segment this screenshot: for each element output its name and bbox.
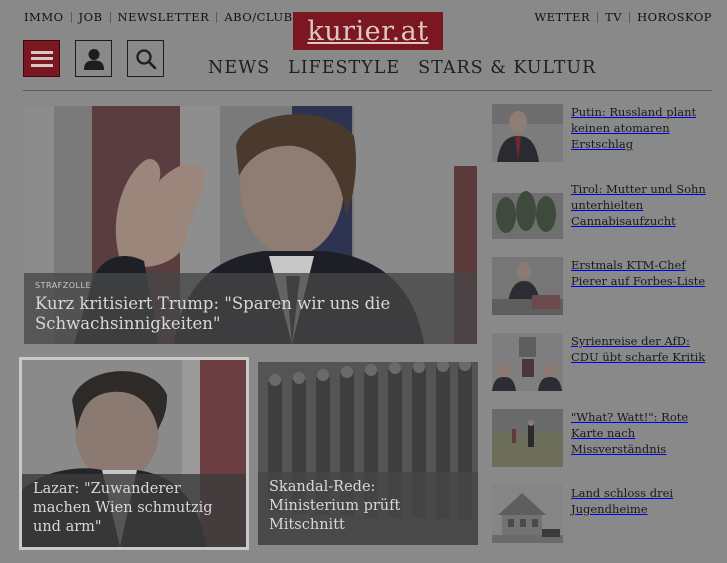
user-icon bbox=[83, 48, 104, 70]
nav-lifestyle[interactable]: LIFESTYLE bbox=[288, 58, 400, 78]
article-caption: Lazar: "Zuwanderer machen Wien schmutzig… bbox=[22, 474, 246, 547]
list-item-title: Land schloss drei Jugendheime bbox=[571, 486, 674, 516]
search-button[interactable] bbox=[127, 40, 164, 77]
list-item-title: Erstmals KTM-Chef Pierer auf Forbes-List… bbox=[571, 258, 706, 288]
hamburger-menu-icon bbox=[30, 50, 53, 67]
list-item[interactable]: "What? Watt!": Rote Karte nach Missverst… bbox=[492, 409, 717, 469]
top-link-tv[interactable]: TV bbox=[605, 10, 622, 24]
nav-news[interactable]: NEWS bbox=[208, 58, 270, 78]
article-tile-skandal-rede[interactable]: Skandal-Rede: Ministerium prüft Mitschni… bbox=[258, 362, 478, 545]
thumbnail-jugendheim bbox=[492, 485, 563, 543]
hero-kicker: STRAFZOLLE bbox=[35, 281, 92, 290]
top-link-horoskop[interactable]: HOROSKOP bbox=[637, 10, 712, 24]
divider bbox=[629, 11, 631, 23]
top-link-newsletter[interactable]: NEWSLETTER bbox=[118, 10, 210, 24]
site-logo[interactable]: kurier.at bbox=[293, 12, 443, 50]
article-title: Skandal-Rede: Ministerium prüft Mitschni… bbox=[269, 479, 401, 533]
article-caption: Skandal-Rede: Ministerium prüft Mitschni… bbox=[258, 472, 478, 545]
list-item-title: "What? Watt!": Rote Karte nach Missverst… bbox=[571, 410, 689, 456]
divider bbox=[597, 11, 599, 23]
article-title: Lazar: "Zuwanderer machen Wien schmutzig… bbox=[33, 481, 213, 535]
list-item[interactable]: Putin: Russland plant keinen atomaren Er… bbox=[492, 104, 717, 164]
thumbnail-cannabis bbox=[492, 181, 563, 239]
list-item[interactable]: Erstmals KTM-Chef Pierer auf Forbes-List… bbox=[492, 257, 717, 317]
top-right-nav: WETTER TV HOROSKOP bbox=[534, 10, 712, 24]
nav-stars-kultur[interactable]: STARS & KULTUR bbox=[418, 58, 596, 78]
divider bbox=[109, 11, 111, 23]
search-icon bbox=[135, 48, 156, 69]
list-item[interactable]: Tirol: Mutter und Sohn unterhielten Cann… bbox=[492, 181, 717, 241]
top-left-nav: IMMO JOB NEWSLETTER ABO/CLUB bbox=[24, 10, 293, 24]
thumbnail-pierer bbox=[492, 257, 563, 315]
top-link-immo[interactable]: IMMO bbox=[24, 10, 64, 24]
thumbnail-putin bbox=[492, 104, 563, 162]
top-link-abo-club[interactable]: ABO/CLUB bbox=[224, 10, 292, 24]
divider bbox=[216, 11, 218, 23]
divider bbox=[70, 11, 72, 23]
hero-article[interactable]: STRAFZOLLE Kurz kritisiert Trump: "Spare… bbox=[24, 106, 477, 344]
list-item-title: Tirol: Mutter und Sohn unterhielten Cann… bbox=[571, 182, 706, 228]
user-button[interactable] bbox=[75, 40, 112, 77]
hero-title: Kurz kritisiert Trump: "Sparen wir uns d… bbox=[35, 294, 391, 333]
main-nav: NEWS LIFESTYLE STARS & KULTUR bbox=[208, 58, 596, 78]
list-item[interactable]: Land schloss drei Jugendheime bbox=[492, 485, 717, 545]
hero-caption: STRAFZOLLE Kurz kritisiert Trump: "Spare… bbox=[24, 273, 477, 344]
thumbnail-football bbox=[492, 409, 563, 467]
list-item[interactable]: Syrienreise der AfD: CDU übt scharfe Kri… bbox=[492, 333, 717, 393]
menu-button[interactable] bbox=[23, 40, 60, 77]
top-link-wetter[interactable]: WETTER bbox=[534, 10, 590, 24]
thumbnail-afd bbox=[492, 333, 563, 391]
article-tile-lazar[interactable]: Lazar: "Zuwanderer machen Wien schmutzig… bbox=[19, 357, 249, 550]
list-item-title: Putin: Russland plant keinen atomaren Er… bbox=[571, 105, 697, 151]
top-link-job[interactable]: JOB bbox=[79, 10, 103, 24]
list-item-title: Syrienreise der AfD: CDU übt scharfe Kri… bbox=[571, 334, 706, 364]
header-divider bbox=[23, 90, 712, 91]
